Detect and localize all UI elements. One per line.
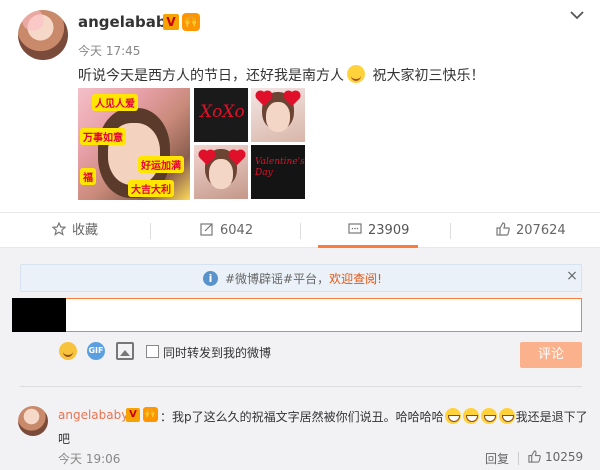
comment-like-count: 10259: [545, 450, 584, 464]
verified-vip-icon[interactable]: V: [163, 14, 179, 30]
post-username[interactable]: angelababy: [78, 13, 176, 31]
post-text-part2: 祝大家初三快乐！: [368, 68, 485, 84]
fans-badge-icon[interactable]: 🙌: [182, 13, 200, 31]
star-icon: [52, 222, 66, 236]
laugh-emoji-icon: [444, 408, 461, 424]
comment-username[interactable]: angelababy: [58, 408, 128, 422]
comment-input[interactable]: [12, 298, 582, 332]
comment-like-button[interactable]: 10259: [528, 450, 583, 464]
divider: [518, 452, 519, 465]
repost-checkbox-label[interactable]: 同时转发到我的微博: [163, 344, 271, 361]
post-action-bar: 收藏 6042 23909 207624: [0, 212, 600, 248]
post-image-xoxo[interactable]: XoXo: [194, 88, 248, 142]
post-image-main[interactable]: 人见人爱 万事如意 好运加满 福 大吉大利: [78, 88, 190, 200]
divider: [450, 223, 451, 239]
notice-text: #微博辟谣#平台，欢迎查阅!: [225, 270, 382, 287]
sticker-text: 好运加满: [138, 156, 184, 173]
image-face: [266, 102, 290, 132]
notice-link[interactable]: 欢迎查阅!: [329, 272, 382, 286]
post-timestamp[interactable]: 今天 17:45: [78, 42, 140, 59]
emoji-picker-icon[interactable]: [59, 342, 77, 360]
divider: [150, 223, 151, 239]
sticker-text: 大吉大利: [128, 180, 174, 197]
divider: [300, 223, 301, 239]
weibo-post-card: angelababy V 🙌 今天 17:45 听说今天是西方人的节日，还好我是…: [0, 0, 600, 212]
like-count: 207624: [516, 223, 566, 238]
rumor-notice-banner: i #微博辟谣#平台，欢迎查阅! ×: [20, 264, 582, 292]
post-text-part1: 听说今天是西方人的节日，还好我是南方人: [78, 68, 344, 84]
heart-icon: [229, 150, 245, 166]
favorite-label: 收藏: [72, 223, 99, 238]
like-button[interactable]: 207624: [496, 213, 566, 249]
comment-icon: [348, 223, 362, 234]
comment-timestamp: 今天 19:06: [58, 452, 121, 466]
reply-button[interactable]: 回复: [485, 450, 509, 467]
thumbs-up-icon: [528, 450, 541, 463]
repost-count: 6042: [220, 223, 254, 238]
valentines-text: Valentine's Day: [255, 157, 305, 178]
redacted-mask: [12, 298, 66, 332]
info-icon: i: [203, 271, 218, 286]
post-image-selfie-hearts-2[interactable]: [194, 145, 248, 199]
thumbs-up-icon: [496, 222, 510, 236]
comment-avatar[interactable]: [18, 406, 48, 436]
image-face: [209, 159, 233, 189]
post-image-valentines[interactable]: Valentine's Day: [251, 145, 305, 199]
xoxo-text: XoXo: [200, 102, 245, 122]
heart-icon: [284, 91, 300, 107]
sticker-text: 万事如意: [80, 128, 126, 145]
sticker-text: 福: [80, 168, 96, 185]
comment-button[interactable]: 23909: [348, 213, 409, 249]
verified-vip-icon[interactable]: V: [126, 408, 140, 422]
chevron-down-icon[interactable]: [568, 8, 586, 26]
comment-text-start: ：我p了这么久的祝福文字居然被你们说丑。哈哈哈哈: [160, 410, 444, 424]
post-text: 听说今天是西方人的节日，还好我是南方人 祝大家初三快乐！: [78, 65, 484, 85]
gif-icon[interactable]: GIF: [87, 342, 105, 360]
repost-checkbox[interactable]: [146, 345, 159, 358]
close-icon[interactable]: ×: [563, 268, 581, 288]
post-image-selfie-hearts[interactable]: [251, 88, 305, 142]
image-upload-icon[interactable]: [116, 342, 134, 360]
notice-prefix: #微博辟谣#平台，: [225, 272, 330, 286]
smile-emoji-icon: [347, 65, 365, 83]
repost-button[interactable]: 6042: [200, 213, 253, 249]
sticker-text: 人见人爱: [92, 94, 138, 111]
divider: [20, 386, 582, 387]
laugh-emoji-icon: [498, 408, 515, 424]
favorite-button[interactable]: 收藏: [52, 213, 98, 249]
repost-icon: [200, 223, 213, 236]
laugh-emoji-icon: [480, 408, 497, 424]
user-avatar[interactable]: [18, 10, 68, 60]
submit-comment-button[interactable]: 评论: [520, 342, 582, 368]
heart-icon: [256, 91, 272, 107]
laugh-emoji-icon: [462, 408, 479, 424]
comment-count: 23909: [368, 223, 410, 238]
fans-badge-icon[interactable]: 🙌: [143, 407, 158, 422]
